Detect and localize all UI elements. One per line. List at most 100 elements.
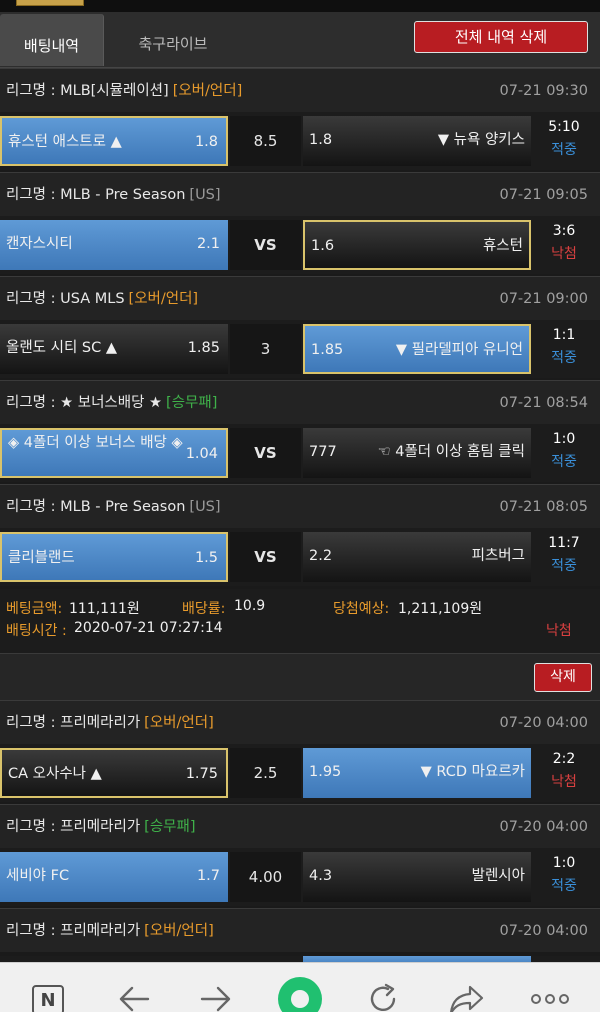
match-row: ◈ 4폴더 이상 보너스 배당 ◈ 1.04 VS 777 ☜ 4폴더 이상 홈팀 클릭…: [0, 424, 600, 482]
amount-value: 111,111원: [69, 601, 140, 617]
result-status: 적중: [551, 454, 577, 470]
home-odd: 2.1: [196, 236, 220, 252]
away-team-name: 피츠버그: [471, 548, 525, 564]
away-team-option[interactable]: 1.85 ▼ 필라델피아 유니언: [303, 324, 531, 374]
home-team-option[interactable]: 세비야 FC 1.7: [0, 852, 228, 902]
more-icon[interactable]: [530, 991, 570, 1012]
home-team-option[interactable]: 올랜도 시티 SC ▲ 1.85: [0, 324, 228, 374]
result-status: 적중: [551, 350, 577, 366]
home-team-name: 세비야 FC: [6, 868, 70, 884]
away-team-option[interactable]: 1.6 휴스턴: [303, 220, 531, 270]
naver-n-icon[interactable]: N: [32, 985, 64, 1012]
league-time: 07-20 04:00: [499, 923, 588, 939]
back-arrow-icon[interactable]: [116, 983, 152, 1012]
handicap-value: 2.5: [230, 748, 301, 798]
match-row: CA 오사수나 ▲ 1.75 2.5 1.95 ▼ RCD 마요르카 2:2 낙첨: [0, 744, 600, 802]
result-status: 적중: [551, 878, 577, 894]
away-team-name: ☜ 4폴더 이상 홈팀 클릭: [377, 444, 525, 460]
match-result: 3:6 낙첨: [534, 220, 594, 266]
away-team-name: ▼ 뉴욕 양키스: [437, 132, 525, 148]
away-odd: 777: [309, 444, 337, 460]
away-team-name: 휴스턴: [482, 238, 523, 254]
league-time: 07-21 09:00: [499, 291, 588, 307]
league-tag: [승무패]: [144, 819, 196, 835]
league-row: 리그명 : MLB[시뮬레이션] [오버/언더] 07-21 09:30: [0, 68, 600, 112]
match-row: 캔자스시티 2.1 VS 1.6 휴스턴 3:6 낙첨: [0, 216, 600, 274]
home-team-option[interactable]: ◈ 4폴더 이상 보너스 배당 ◈ 1.04: [0, 428, 228, 478]
bet-summary: 베팅금액: 111,111원 배당률: 10.9 당첨예상: 1,211,109…: [0, 589, 600, 653]
expected-label: 당첨예상:: [333, 601, 390, 617]
score: 1:0: [552, 855, 576, 871]
home-team-option[interactable]: 클리블랜드 1.5: [0, 532, 228, 582]
away-odd: 4.3: [309, 868, 333, 884]
home-odd: 1.5: [194, 550, 218, 566]
tab-bet-history[interactable]: 배팅내역: [0, 14, 104, 66]
handicap-value: 3: [230, 324, 301, 374]
rate-value: 10.9: [234, 598, 266, 614]
away-team-option[interactable]: 2.2 피츠버그: [303, 532, 531, 582]
match-result: 1:0 적중: [534, 428, 594, 474]
league-name: 리그명 : MLB - Pre Season: [6, 499, 186, 515]
league-name: 리그명 : 프리메라리가: [6, 715, 141, 731]
away-team-option[interactable]: 1.8 ▼ 뉴욕 양키스: [303, 116, 531, 166]
bet-time-value: 2020-07-21 07:27:14: [74, 620, 223, 636]
league-name: 리그명 : ★ 보너스배당 ★: [6, 395, 163, 411]
league-tag: [오버/언더]: [144, 715, 214, 731]
away-odd: 2.2: [309, 548, 333, 564]
league-row: 리그명 : MLB - Pre Season [US] 07-21 09:05: [0, 172, 600, 216]
match-result: 5:10 적중: [534, 116, 594, 162]
league-row: 리그명 : 프리메라리가 [오버/언더] 07-20 04:00: [0, 700, 600, 744]
delete-all-button[interactable]: 전체 내역 삭제: [414, 21, 588, 53]
home-team-name: 캔자스시티: [6, 236, 73, 252]
handicap-value: 4.00: [230, 852, 301, 902]
score: 2:2: [552, 751, 576, 767]
handicap-value: VS: [230, 220, 301, 270]
league-row: 리그명 : USA MLS [오버/언더] 07-21 09:00: [0, 276, 600, 320]
amount-label: 베팅금액:: [6, 601, 63, 617]
tab-bar: 배팅내역 축구라이브 전체 내역 삭제: [0, 12, 600, 68]
home-team-option[interactable]: CA 오사수나 ▲ 1.75: [0, 748, 228, 798]
away-odd: 1.6: [311, 238, 335, 254]
league-time: 07-21 09:05: [499, 187, 588, 203]
league-tag: [오버/언더]: [172, 83, 243, 99]
delete-button[interactable]: 삭제: [534, 663, 592, 692]
away-team-option[interactable]: 777 ☜ 4폴더 이상 홈팀 클릭: [303, 428, 531, 478]
top-strip: [0, 0, 600, 12]
score: 1:1: [552, 327, 576, 343]
browser-toolbar: N: [0, 962, 600, 1012]
home-odd: 1.04: [185, 446, 218, 462]
league-name: 리그명 : 프리메라리가: [6, 923, 141, 939]
away-team-option[interactable]: 1.95 ▼ RCD 마요르카: [303, 748, 531, 798]
result-status: 적중: [551, 558, 577, 574]
home-team-option[interactable]: 캔자스시티 2.1: [0, 220, 228, 270]
tab-soccer-live[interactable]: 축구라이브: [118, 12, 228, 64]
handicap-value: 8.5: [230, 116, 301, 166]
league-time: 07-20 04:00: [499, 819, 588, 835]
league-row: 리그명 : MLB - Pre Season [US] 07-21 08:05: [0, 484, 600, 528]
refresh-icon[interactable]: [366, 983, 402, 1012]
league-tag: [오버/언더]: [144, 923, 214, 939]
league-time: 07-21 08:05: [499, 499, 588, 515]
match-result: 11:7 적중: [534, 532, 594, 578]
home-team-name: ◈ 4폴더 이상 보너스 배당 ◈: [8, 435, 183, 451]
bet-time-label: 배팅시간 :: [6, 623, 67, 639]
match-row: 클리블랜드 1.5 VS 2.2 피츠버그 11:7 적중: [0, 528, 600, 586]
league-tag: [승무패]: [166, 395, 218, 411]
match-row: 휴스턴 애스트로 ▲ 1.8 8.5 1.8 ▼ 뉴욕 양키스 5:10 적중: [0, 112, 600, 170]
league-name: 리그명 : MLB - Pre Season: [6, 187, 186, 203]
away-team-name: ▼ 필라델피아 유니언: [395, 342, 523, 358]
home-green-icon[interactable]: [278, 977, 322, 1012]
home-team-name: 올랜도 시티 SC ▲: [6, 340, 118, 356]
home-odd: 1.8: [194, 134, 218, 150]
away-team-option[interactable]: 4.3 발렌시아: [303, 852, 531, 902]
expected-value: 1,211,109원: [398, 601, 483, 617]
logo: [16, 0, 84, 6]
league-time: 07-21 09:30: [499, 83, 588, 99]
score: 5:10: [548, 119, 580, 135]
away-team-name: 발렌시아: [471, 868, 525, 884]
forward-arrow-icon[interactable]: [198, 983, 234, 1012]
share-icon[interactable]: [448, 983, 486, 1012]
home-team-option[interactable]: 휴스턴 애스트로 ▲ 1.8: [0, 116, 228, 166]
home-team-name: CA 오사수나 ▲: [8, 766, 102, 782]
league-name: 리그명 : 프리메라리가: [6, 819, 141, 835]
